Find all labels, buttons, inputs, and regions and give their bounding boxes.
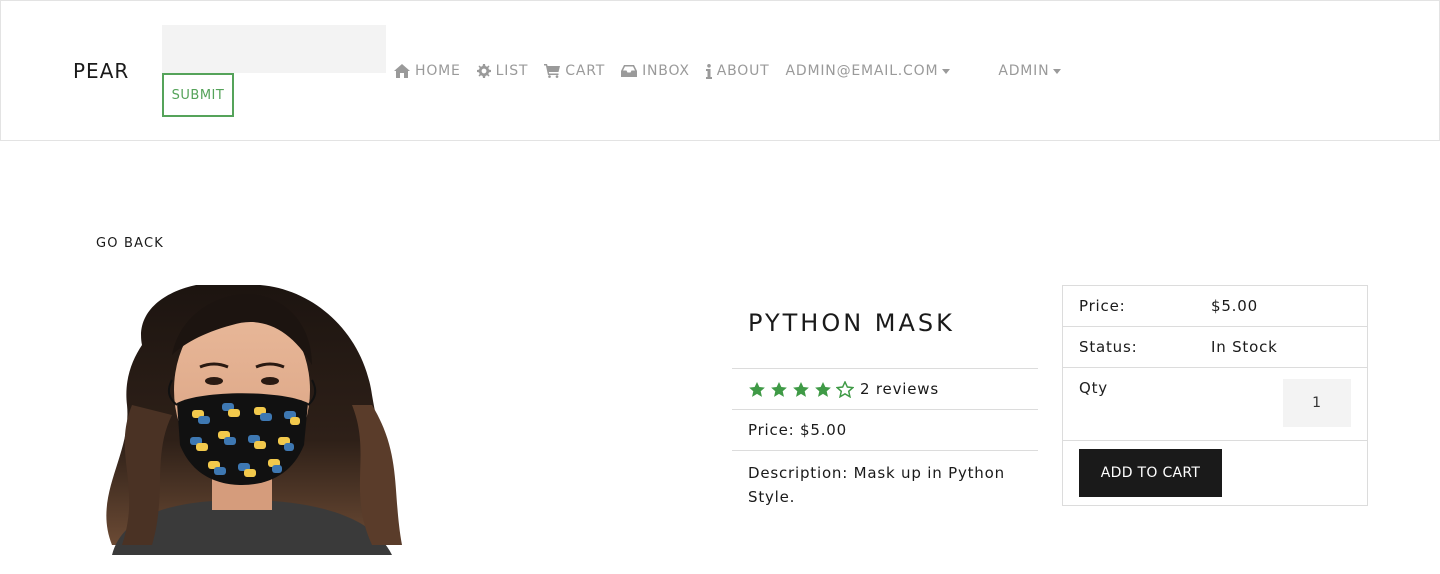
nav-item-label: CART <box>565 63 606 79</box>
star-filled-icon <box>815 381 831 397</box>
description-row: Description: Mask up in Python Style. <box>732 451 1038 519</box>
star-filled-icon <box>771 381 787 397</box>
reviews-count: 2 reviews <box>860 380 939 398</box>
nav-dropdown-admin[interactable]: ADMIN <box>998 63 1062 79</box>
product-description: Description: Mask up in Python Style. <box>748 464 1005 506</box>
purchase-card: Price: $5.00 Status: In Stock Qty 1 ADD … <box>1062 285 1368 506</box>
nav-item-cart[interactable]: CART <box>544 63 605 79</box>
caret-down-icon <box>1053 69 1062 74</box>
product-title: PYTHON MASK <box>732 285 1038 369</box>
star-filled-icon <box>793 381 809 397</box>
product-price: Price: $5.00 <box>748 421 847 439</box>
nav-item-inbox[interactable]: INBOX <box>621 63 690 79</box>
add-to-cart-button[interactable]: ADD TO CART <box>1079 449 1222 497</box>
qty-select[interactable]: 1 <box>1283 379 1351 427</box>
price-label: Price: <box>1079 297 1126 315</box>
nav-item-list[interactable]: LIST <box>476 63 529 79</box>
product-image <box>72 285 412 555</box>
price-value: $5.00 <box>1211 297 1258 315</box>
rating-row: 2 reviews <box>732 369 1038 410</box>
nav-item-label: LIST <box>495 63 529 79</box>
caret-down-icon <box>942 69 951 74</box>
go-back-link[interactable]: GO BACK <box>96 236 164 251</box>
nav-item-label: ADMIN@EMAIL.COM <box>785 63 939 79</box>
product-info: PYTHON MASK 2 reviews Price: $5.00 Descr… <box>732 285 1038 519</box>
submit-button[interactable]: SUBMIT <box>162 73 234 117</box>
card-qty-row: Qty 1 <box>1063 368 1367 441</box>
nav-item-label: INBOX <box>642 63 690 79</box>
brand-logo[interactable]: PEAR <box>73 59 129 83</box>
home-icon <box>394 64 410 78</box>
nav-item-about[interactable]: ABOUT <box>705 63 770 79</box>
nav-item-label: HOME <box>415 63 461 79</box>
status-value: In Stock <box>1211 338 1278 356</box>
card-status-row: Status: In Stock <box>1063 327 1367 368</box>
navbar: PEAR SUBMIT HOME LIST CART INBOX ABOUT A… <box>0 0 1440 141</box>
star-empty-icon <box>836 380 854 398</box>
cart-icon <box>544 64 561 78</box>
nav-menu: HOME LIST CART INBOX ABOUT ADMIN@EMAIL.C… <box>394 61 1077 81</box>
nav-item-label: ABOUT <box>716 63 770 79</box>
price-row: Price: $5.00 <box>732 410 1038 451</box>
search-input[interactable] <box>162 25 386 73</box>
status-label: Status: <box>1079 338 1138 356</box>
nav-item-label: ADMIN <box>998 63 1050 79</box>
info-icon <box>705 63 712 79</box>
star-filled-icon <box>749 381 765 397</box>
star-rating <box>748 380 858 398</box>
nav-item-home[interactable]: HOME <box>394 63 461 79</box>
gear-icon <box>476 64 491 78</box>
nav-dropdown-user[interactable]: ADMIN@EMAIL.COM <box>786 63 951 79</box>
inbox-icon <box>621 65 638 77</box>
card-price-row: Price: $5.00 <box>1063 286 1367 327</box>
qty-label: Qty <box>1079 379 1108 397</box>
